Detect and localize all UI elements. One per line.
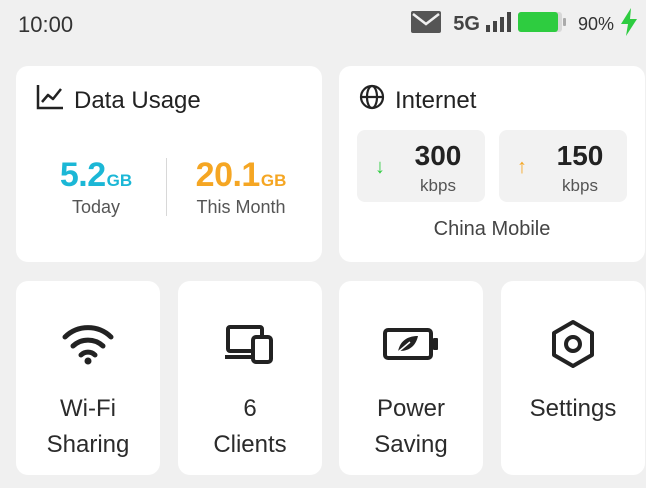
status-time: 10:00 [18, 12, 74, 37]
globe-icon [359, 84, 385, 117]
status-icons: 5G 90% [411, 7, 638, 41]
wifi-icon [16, 319, 160, 369]
upload-unit: kbps [562, 176, 598, 195]
wifi-label-line2: Sharing [46, 431, 130, 458]
signal-icon [485, 11, 512, 37]
download-value: 300 [414, 140, 462, 171]
data-usage-card[interactable]: Data Usage 5.2GB Today 20.1GB This Month [16, 66, 322, 262]
chart-line-icon [36, 84, 64, 117]
internet-header: Internet [359, 84, 476, 117]
clients-tile[interactable]: 6 Clients [178, 281, 322, 475]
power-label-line2: Saving [374, 431, 448, 458]
settings-label: Settings [501, 391, 645, 427]
usage-divider [166, 158, 167, 216]
battery-icon [517, 11, 568, 38]
internet-title: Internet [395, 86, 477, 114]
clients-count: 6 [243, 395, 257, 422]
month-label: This Month [196, 197, 286, 217]
today-unit: GB [106, 171, 133, 190]
download-speed: ↓ 300 kbps [357, 130, 485, 202]
power-saving-icon [339, 319, 483, 369]
settings-tile[interactable]: Settings [501, 281, 645, 475]
status-bar: 10:00 5G 90% [0, 0, 646, 54]
carrier-name: China Mobile [433, 218, 551, 240]
settings-label-line1: Settings [529, 395, 617, 422]
power-saving-label: Power Saving [339, 391, 483, 463]
clients-label: 6 Clients [178, 391, 322, 463]
wifi-label-line1: Wi-Fi [60, 395, 116, 422]
data-usage-title: Data Usage [74, 86, 201, 114]
mail-icon [411, 10, 442, 38]
devices-icon [178, 319, 322, 369]
today-usage: 5.2GB Today [36, 156, 156, 218]
upload-speed: ↑ 150 kbps [499, 130, 627, 202]
battery-percent: 90% [577, 13, 614, 34]
download-unit: kbps [420, 176, 456, 195]
upload-arrow-icon: ↑ [517, 156, 527, 178]
data-usage-header: Data Usage [36, 84, 201, 117]
power-label-line1: Power [376, 395, 446, 422]
clients-label-line2: Clients [213, 431, 287, 458]
power-saving-tile[interactable]: Power Saving [339, 281, 483, 475]
today-value: 5.2 [59, 156, 106, 194]
month-usage: 20.1GB This Month [176, 156, 306, 218]
month-value: 20.1 [195, 156, 261, 194]
network-type: 5G [453, 12, 480, 35]
internet-card[interactable]: Internet ↓ 300 kbps ↑ 150 kbps China Mob… [339, 66, 645, 262]
charging-icon [620, 7, 638, 41]
settings-icon [501, 319, 645, 369]
upload-value: 150 [556, 140, 604, 171]
today-label: Today [71, 197, 121, 217]
wifi-sharing-tile[interactable]: Wi-Fi Sharing [16, 281, 160, 475]
month-unit: GB [260, 171, 287, 190]
wifi-sharing-label: Wi-Fi Sharing [16, 391, 160, 463]
download-arrow-icon: ↓ [375, 156, 385, 178]
